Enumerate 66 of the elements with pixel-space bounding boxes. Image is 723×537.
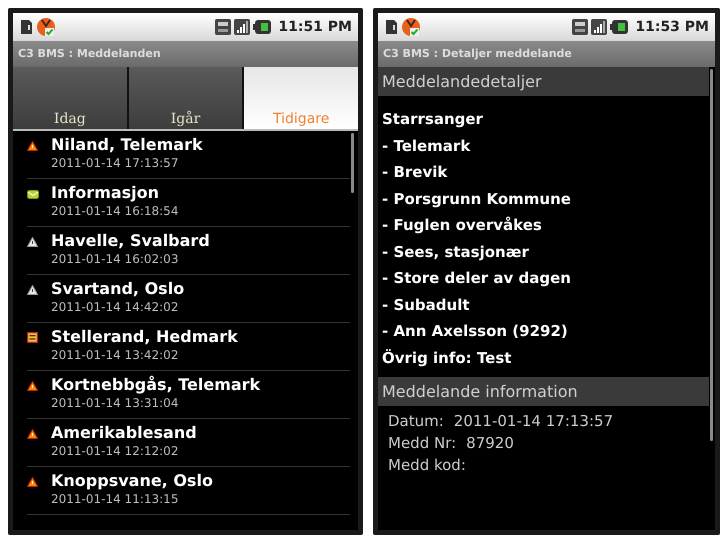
sd-card-icon bbox=[384, 19, 398, 35]
message-title: Amerikablesand bbox=[51, 422, 197, 443]
app-title-bar: C3 BMS : Meddelanden bbox=[13, 41, 358, 67]
section-header: Meddelande information bbox=[378, 377, 709, 406]
detail-text: - Porsgrunn Kommune bbox=[382, 188, 572, 210]
message-row[interactable]: Knoppsvane, Oslo 2011-01-14 11:13:15 bbox=[27, 467, 350, 515]
battery-icon bbox=[253, 20, 272, 34]
message-time: 2011-01-14 16:18:54 bbox=[51, 203, 178, 220]
field-value: 2011-01-14 17:13:57 bbox=[454, 411, 614, 432]
message-row[interactable]: Amerikablesand 2011-01-14 12:12:02 bbox=[27, 419, 350, 467]
warning-icon bbox=[27, 429, 38, 439]
detail-text: Starrsanger bbox=[382, 109, 484, 130]
message-time: 2011-01-14 11:13:15 bbox=[51, 491, 180, 508]
warning-icon bbox=[27, 477, 38, 487]
detail-text: Övrig info: Test bbox=[382, 348, 512, 368]
list-icon bbox=[27, 332, 38, 343]
detail-text: - Fuglen overvåkes bbox=[382, 215, 543, 236]
detail-text: - Telemark bbox=[382, 136, 472, 156]
tab[interactable]: Idag bbox=[13, 67, 129, 129]
sd-card-icon bbox=[19, 19, 33, 35]
signal-icon bbox=[591, 19, 608, 35]
app-icon bbox=[36, 17, 56, 37]
message-row[interactable]: Stellerand, Hedmark 2011-01-14 13:42:02 bbox=[27, 323, 350, 371]
message-time: 2011-01-14 12:12:02 bbox=[51, 443, 180, 460]
message-row[interactable]: Kortnebbgås, Telemark 2011-01-14 13:31:04 bbox=[27, 371, 350, 419]
app-title-bar: C3 BMS : Detaljer meddelande bbox=[378, 41, 715, 67]
network-3g-icon bbox=[572, 19, 588, 35]
warning-icon bbox=[27, 285, 38, 295]
message-title: Havelle, Svalbard bbox=[51, 230, 210, 251]
warning-icon bbox=[27, 141, 38, 151]
detail-text: - Sees, stasjonær bbox=[382, 242, 530, 262]
message-time: 2011-01-14 14:42:02 bbox=[51, 299, 180, 316]
envelope-icon bbox=[27, 190, 39, 199]
app-icon bbox=[401, 17, 421, 37]
message-row[interactable]: Havelle, Svalbard 2011-01-14 16:02:03 bbox=[27, 227, 350, 275]
detail-text: - Store deler av dagen bbox=[382, 268, 572, 289]
field-label: Medd kod: bbox=[388, 455, 466, 476]
network-3g-icon bbox=[215, 19, 232, 35]
detail-text: - Subadult bbox=[382, 294, 471, 316]
warning-icon bbox=[27, 237, 38, 247]
message-time: 2011-01-14 13:42:02 bbox=[51, 347, 180, 364]
message-time: 2011-01-14 16:02:03 bbox=[51, 251, 180, 268]
clock-time: 11:51 PM bbox=[278, 19, 352, 35]
message-title: Kortnebbgås, Telemark bbox=[51, 374, 260, 395]
detail-text: - Ann Axelsson (9292) bbox=[382, 321, 569, 342]
clock-time: 11:53 PM bbox=[635, 19, 709, 35]
field-value: 87920 bbox=[466, 433, 514, 454]
message-row[interactable]: Svartand, Oslo 2011-01-14 14:42:02 bbox=[27, 275, 350, 323]
message-title: Stellerand, Hedmark bbox=[51, 326, 238, 347]
battery-icon bbox=[610, 20, 628, 34]
message-row[interactable]: Niland, Telemark 2011-01-14 17:13:57 bbox=[27, 131, 350, 179]
message-row[interactable]: Informasjon 2011-01-14 16:18:54 bbox=[27, 179, 350, 227]
signal-icon bbox=[234, 19, 250, 35]
field-label: Medd Nr: bbox=[388, 433, 456, 454]
message-title: Informasjon bbox=[51, 182, 160, 203]
section-header: Meddelandedetaljer bbox=[378, 67, 709, 96]
field-label: Datum: bbox=[388, 411, 444, 432]
message-time: 2011-01-14 13:31:04 bbox=[51, 395, 180, 412]
message-time: 2011-01-14 17:13:57 bbox=[51, 155, 180, 172]
tab[interactable]: Igår bbox=[128, 67, 244, 129]
detail-text: - Brevik bbox=[382, 162, 448, 183]
message-title: Svartand, Oslo bbox=[51, 278, 184, 299]
message-title: Niland, Telemark bbox=[51, 134, 203, 155]
scrollbar bbox=[351, 133, 354, 193]
message-title: Knoppsvane, Oslo bbox=[51, 470, 213, 491]
warning-icon bbox=[27, 381, 38, 391]
